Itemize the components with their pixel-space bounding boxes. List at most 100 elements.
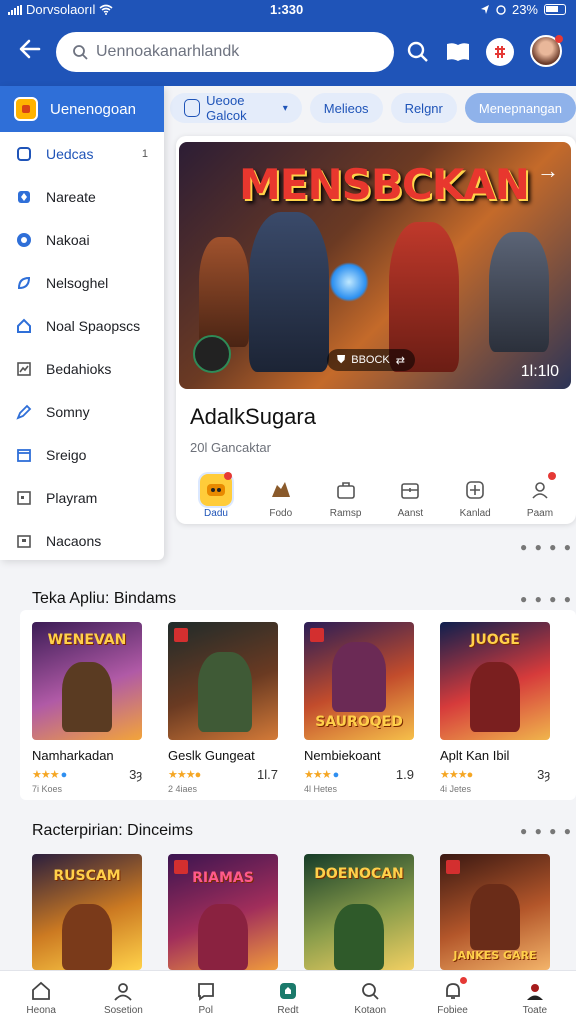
chip-second[interactable]: Melieos bbox=[309, 93, 383, 123]
hero-figure bbox=[332, 642, 386, 712]
category-item[interactable]: Fodo bbox=[255, 474, 307, 519]
sidebar-item[interactable]: Sreigo bbox=[0, 433, 164, 476]
game-tile[interactable]: JUOGE Aplt Kan Ibil ★★★● 3ȝ 4i Jetes bbox=[440, 622, 570, 802]
next-arrow-icon[interactable]: → bbox=[537, 158, 559, 184]
more-options-icon[interactable]: ● ● ● ● bbox=[520, 592, 573, 606]
more-options-icon[interactable]: ● ● ● ● bbox=[520, 540, 573, 554]
chip-label: Ueooe Galcok bbox=[206, 93, 247, 123]
section-title: Racterpirian: Dinceims bbox=[32, 822, 193, 839]
nav-home[interactable]: Heona bbox=[0, 971, 82, 1024]
game-downloads: 4Ɩ Hetes bbox=[304, 784, 338, 794]
back-button[interactable] bbox=[14, 36, 46, 68]
sidebar-item[interactable]: Nelsoghel bbox=[0, 261, 164, 304]
sidebar-item[interactable]: Playram bbox=[0, 476, 164, 519]
notifications-button[interactable] bbox=[484, 36, 516, 68]
location-icon bbox=[480, 5, 489, 14]
bag-icon bbox=[330, 474, 362, 506]
alarm-icon bbox=[496, 4, 506, 15]
nav-profile[interactable]: Toate bbox=[494, 971, 576, 1024]
chip-label: Menepnangan bbox=[478, 100, 562, 116]
nav-notifications[interactable]: Fobiee bbox=[411, 971, 493, 1024]
game-downloads: 7i Koes bbox=[32, 784, 63, 794]
nav-label: Kotaon bbox=[354, 1005, 387, 1016]
game-tile[interactable]: RUSCAM bbox=[32, 854, 162, 970]
game-tile[interactable]: SAUROQED Nembiekoant ★★★ ● 1.9 4Ɩ Hetes bbox=[304, 622, 434, 802]
featured-card[interactable]: MENSBCKAN → ⛊ BBOCK ⇄ 1Ɩ:1Ɩ0 AdalkSugara 2… bbox=[176, 136, 576, 524]
sidebar-item[interactable]: Uedcas 1 bbox=[0, 132, 164, 175]
chart-icon bbox=[17, 361, 31, 376]
nav-section[interactable]: Sosetion bbox=[82, 971, 164, 1024]
nav-label: Fobiee bbox=[437, 1005, 468, 1016]
wifi-icon bbox=[99, 4, 113, 15]
nav-shield[interactable]: Redt bbox=[247, 971, 329, 1024]
library-button[interactable] bbox=[442, 36, 474, 68]
hero-figure bbox=[198, 652, 252, 732]
badge-icon bbox=[174, 628, 188, 642]
star-rating-icon: ★★★● bbox=[440, 769, 473, 781]
notification-dot bbox=[224, 472, 232, 480]
chip-games[interactable]: Ueooe Galcok ▾ bbox=[170, 93, 302, 123]
thumbnail-title: RIAMAS bbox=[192, 870, 254, 886]
category-label: Paam bbox=[526, 508, 554, 519]
sidebar-item[interactable]: Nareate bbox=[0, 175, 164, 218]
nav-search[interactable]: Kotaon bbox=[329, 971, 411, 1024]
app-logo bbox=[14, 97, 38, 121]
sidebar-item-label: Bedahioks bbox=[46, 360, 112, 377]
game-thumbnail: RUSCAM bbox=[32, 854, 142, 970]
search-input[interactable] bbox=[96, 43, 376, 61]
game-tile[interactable]: JANKES GARE bbox=[440, 854, 570, 970]
game-tile[interactable]: RIAMAS bbox=[168, 854, 298, 970]
filter-chips: Ueooe Galcok ▾ Melieos Relgnr Menepnangan bbox=[170, 93, 576, 123]
chip-primary[interactable]: Menepnangan bbox=[464, 93, 576, 123]
notification-dot bbox=[459, 977, 467, 984]
sidebar-item[interactable]: Nacaons bbox=[0, 519, 164, 562]
category-item[interactable]: Kanlad bbox=[449, 474, 501, 519]
banner-title: MENSBCKAN bbox=[239, 160, 530, 209]
category-item[interactable]: Aanst bbox=[384, 474, 436, 519]
status-time: 1:330 bbox=[270, 2, 304, 17]
sidebar-header[interactable]: Uenenogoan bbox=[0, 86, 164, 132]
sidebar-item[interactable]: Nakoai bbox=[0, 218, 164, 261]
banner-pill-label: BBOCK bbox=[351, 354, 390, 366]
more-options-icon[interactable]: ● ● ● ● bbox=[520, 824, 573, 838]
game-number: 3ȝ bbox=[537, 767, 550, 782]
game-tile[interactable]: DOENOCAN bbox=[304, 854, 434, 970]
battery-percent: 23% bbox=[511, 2, 538, 17]
diamond-icon bbox=[18, 190, 30, 203]
badge-icon: ● bbox=[60, 768, 68, 781]
game-tile[interactable]: Geslk Gungeat ★★★● 1Ɩ.7 2 4iaes bbox=[168, 622, 298, 802]
sidebar-item[interactable]: Bedahioks bbox=[0, 347, 164, 390]
avatar[interactable] bbox=[530, 35, 563, 67]
category-item[interactable]: Ramsp bbox=[320, 474, 372, 519]
star-rating-icon: ★★★● bbox=[168, 769, 201, 781]
game-tile[interactable]: WENEVAN Namharkadan ★★★ ● 3ȝ 7i Koes bbox=[32, 622, 162, 802]
mask-icon bbox=[200, 472, 232, 506]
category-label: Kanlad bbox=[459, 508, 491, 519]
thumbnail-title: SAUROQED bbox=[315, 714, 403, 730]
game-thumbnail: SAUROQED bbox=[304, 622, 414, 740]
calendar-icon bbox=[17, 448, 31, 462]
star-rating-icon: ★★★ bbox=[304, 769, 332, 781]
sidebar-item[interactable]: Noal Spaopscs bbox=[0, 304, 164, 347]
hero-figure bbox=[470, 662, 520, 732]
nav-label: Toate bbox=[522, 1005, 548, 1016]
banner-pill[interactable]: ⛊ BBOCK ⇄ bbox=[327, 349, 415, 371]
home-icon bbox=[17, 318, 31, 333]
status-bar: Dorvsolaorıl 1:330 23% bbox=[0, 0, 576, 20]
featured-subtitle: 20Ɩ Gancaktar bbox=[190, 440, 271, 455]
category-item[interactable]: Dadu bbox=[190, 472, 242, 519]
sidebar-item-label: Somny bbox=[46, 403, 90, 420]
sidebar-item[interactable]: Somny bbox=[0, 390, 164, 433]
featured-banner[interactable]: MENSBCKAN → ⛊ BBOCK ⇄ 1Ɩ:1Ɩ0 bbox=[179, 142, 571, 389]
carrier: Dorvsolaorıl bbox=[8, 2, 113, 17]
chip-third[interactable]: Relgnr bbox=[390, 93, 457, 123]
chip-label: Relgnr bbox=[404, 100, 443, 116]
sidebar: Uenenogoan Uedcas 1 Nareate Nakoai Nelso… bbox=[0, 86, 164, 560]
nav-chat[interactable]: Pol bbox=[165, 971, 247, 1024]
sidebar-item-label: Sreigo bbox=[46, 446, 87, 463]
nav-label: Sosetion bbox=[103, 1005, 143, 1016]
search-button[interactable] bbox=[402, 36, 434, 68]
leaf-icon bbox=[17, 276, 31, 289]
category-item[interactable]: Paam bbox=[514, 472, 566, 519]
search-bar[interactable] bbox=[56, 32, 394, 72]
